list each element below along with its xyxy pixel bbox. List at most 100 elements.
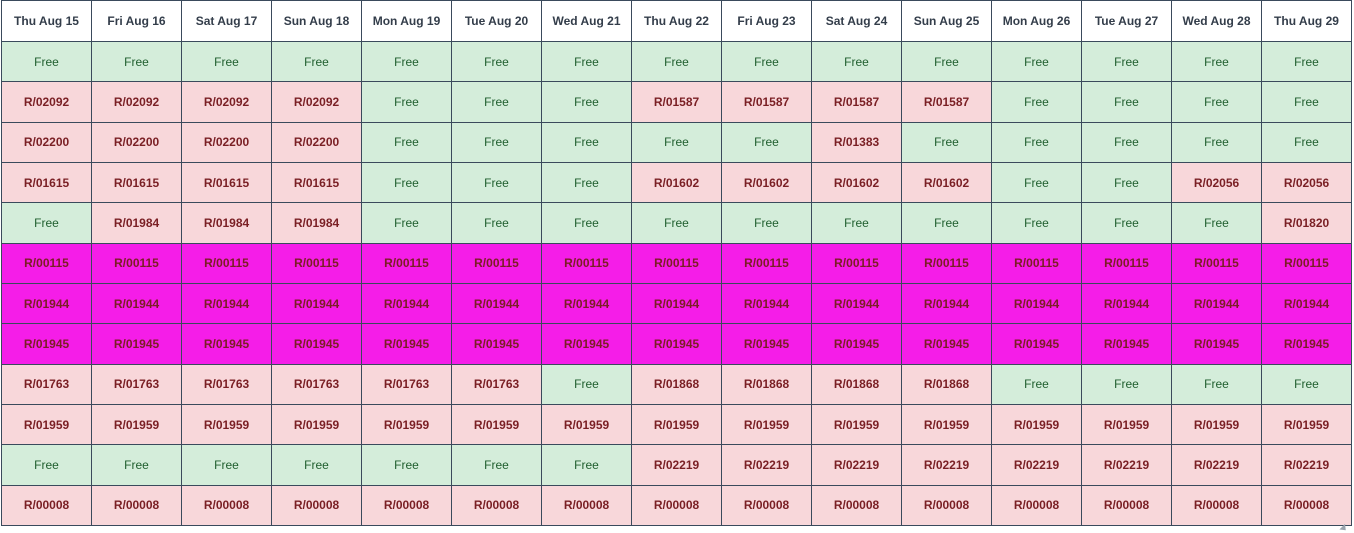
- booking-cell[interactable]: R/01944: [92, 283, 182, 323]
- free-slot-cell[interactable]: Free: [812, 203, 902, 243]
- booking-cell[interactable]: R/01763: [2, 364, 92, 404]
- booking-cell[interactable]: R/00115: [902, 243, 992, 283]
- free-slot-cell[interactable]: Free: [92, 445, 182, 485]
- free-slot-cell[interactable]: Free: [1082, 162, 1172, 202]
- booking-cell[interactable]: R/01944: [452, 283, 542, 323]
- free-slot-cell[interactable]: Free: [1172, 42, 1262, 82]
- booking-cell[interactable]: R/01945: [182, 324, 272, 364]
- booking-cell[interactable]: R/01945: [722, 324, 812, 364]
- booking-cell[interactable]: R/01602: [812, 162, 902, 202]
- booking-cell[interactable]: R/01763: [272, 364, 362, 404]
- free-slot-cell[interactable]: Free: [452, 445, 542, 485]
- booking-cell[interactable]: R/02200: [272, 122, 362, 162]
- booking-cell[interactable]: R/01944: [1172, 283, 1262, 323]
- booking-cell[interactable]: R/00008: [2, 485, 92, 525]
- free-slot-cell[interactable]: Free: [992, 364, 1082, 404]
- free-slot-cell[interactable]: Free: [362, 203, 452, 243]
- booking-cell[interactable]: R/00115: [1082, 243, 1172, 283]
- booking-cell[interactable]: R/02200: [182, 122, 272, 162]
- booking-cell[interactable]: R/01615: [272, 162, 362, 202]
- free-slot-cell[interactable]: Free: [992, 203, 1082, 243]
- booking-cell[interactable]: R/01945: [1262, 324, 1352, 364]
- free-slot-cell[interactable]: Free: [632, 42, 722, 82]
- free-slot-cell[interactable]: Free: [2, 203, 92, 243]
- booking-cell[interactable]: R/01587: [632, 82, 722, 122]
- booking-cell[interactable]: R/01959: [272, 404, 362, 444]
- free-slot-cell[interactable]: Free: [1262, 122, 1352, 162]
- free-slot-cell[interactable]: Free: [182, 42, 272, 82]
- booking-cell[interactable]: R/02200: [92, 122, 182, 162]
- booking-cell[interactable]: R/00115: [992, 243, 1082, 283]
- free-slot-cell[interactable]: Free: [542, 82, 632, 122]
- booking-cell[interactable]: R/01945: [542, 324, 632, 364]
- booking-cell[interactable]: R/01945: [812, 324, 902, 364]
- free-slot-cell[interactable]: Free: [1172, 203, 1262, 243]
- free-slot-cell[interactable]: Free: [902, 203, 992, 243]
- free-slot-cell[interactable]: Free: [272, 445, 362, 485]
- booking-cell[interactable]: R/01944: [2, 283, 92, 323]
- free-slot-cell[interactable]: Free: [542, 203, 632, 243]
- free-slot-cell[interactable]: Free: [1172, 122, 1262, 162]
- free-slot-cell[interactable]: Free: [1262, 82, 1352, 122]
- booking-cell[interactable]: R/01602: [722, 162, 812, 202]
- booking-cell[interactable]: R/01868: [632, 364, 722, 404]
- free-slot-cell[interactable]: Free: [722, 122, 812, 162]
- booking-cell[interactable]: R/02200: [2, 122, 92, 162]
- free-slot-cell[interactable]: Free: [452, 203, 542, 243]
- booking-cell[interactable]: R/01944: [1262, 283, 1352, 323]
- free-slot-cell[interactable]: Free: [452, 42, 542, 82]
- free-slot-cell[interactable]: Free: [722, 42, 812, 82]
- free-slot-cell[interactable]: Free: [362, 162, 452, 202]
- free-slot-cell[interactable]: Free: [362, 42, 452, 82]
- free-slot-cell[interactable]: Free: [542, 42, 632, 82]
- booking-cell[interactable]: R/01587: [812, 82, 902, 122]
- booking-cell[interactable]: R/01944: [992, 283, 1082, 323]
- free-slot-cell[interactable]: Free: [542, 162, 632, 202]
- booking-cell[interactable]: R/01945: [272, 324, 362, 364]
- booking-cell[interactable]: R/01944: [1082, 283, 1172, 323]
- booking-cell[interactable]: R/00008: [182, 485, 272, 525]
- free-slot-cell[interactable]: Free: [452, 122, 542, 162]
- booking-cell[interactable]: R/01602: [632, 162, 722, 202]
- booking-cell[interactable]: R/01959: [92, 404, 182, 444]
- booking-cell[interactable]: R/00115: [542, 243, 632, 283]
- free-slot-cell[interactable]: Free: [812, 42, 902, 82]
- free-slot-cell[interactable]: Free: [1262, 364, 1352, 404]
- booking-cell[interactable]: R/01959: [542, 404, 632, 444]
- booking-cell[interactable]: R/01945: [92, 324, 182, 364]
- booking-cell[interactable]: R/01615: [182, 162, 272, 202]
- booking-cell[interactable]: R/02219: [812, 445, 902, 485]
- free-slot-cell[interactable]: Free: [992, 162, 1082, 202]
- free-slot-cell[interactable]: Free: [902, 122, 992, 162]
- free-slot-cell[interactable]: Free: [1172, 82, 1262, 122]
- booking-cell[interactable]: R/01984: [92, 203, 182, 243]
- free-slot-cell[interactable]: Free: [542, 364, 632, 404]
- booking-cell[interactable]: R/01959: [452, 404, 542, 444]
- booking-cell[interactable]: R/01945: [2, 324, 92, 364]
- booking-cell[interactable]: R/00008: [92, 485, 182, 525]
- booking-cell[interactable]: R/01868: [722, 364, 812, 404]
- booking-cell[interactable]: R/01763: [362, 364, 452, 404]
- booking-cell[interactable]: R/00115: [182, 243, 272, 283]
- free-slot-cell[interactable]: Free: [992, 42, 1082, 82]
- booking-cell[interactable]: R/01615: [2, 162, 92, 202]
- booking-cell[interactable]: R/01959: [632, 404, 722, 444]
- booking-cell[interactable]: R/01944: [362, 283, 452, 323]
- free-slot-cell[interactable]: Free: [992, 122, 1082, 162]
- booking-cell[interactable]: R/00008: [902, 485, 992, 525]
- booking-cell[interactable]: R/00115: [812, 243, 902, 283]
- booking-cell[interactable]: R/01984: [272, 203, 362, 243]
- booking-cell[interactable]: R/02219: [992, 445, 1082, 485]
- booking-cell[interactable]: R/01959: [182, 404, 272, 444]
- booking-cell[interactable]: R/01868: [812, 364, 902, 404]
- free-slot-cell[interactable]: Free: [1082, 122, 1172, 162]
- booking-cell[interactable]: R/00115: [272, 243, 362, 283]
- booking-cell[interactable]: R/01959: [1262, 404, 1352, 444]
- booking-cell[interactable]: R/00115: [362, 243, 452, 283]
- booking-cell[interactable]: R/01944: [902, 283, 992, 323]
- booking-cell[interactable]: R/01959: [1172, 404, 1262, 444]
- booking-cell[interactable]: R/01945: [632, 324, 722, 364]
- booking-cell[interactable]: R/00115: [452, 243, 542, 283]
- booking-cell[interactable]: R/01959: [992, 404, 1082, 444]
- booking-cell[interactable]: R/01945: [1082, 324, 1172, 364]
